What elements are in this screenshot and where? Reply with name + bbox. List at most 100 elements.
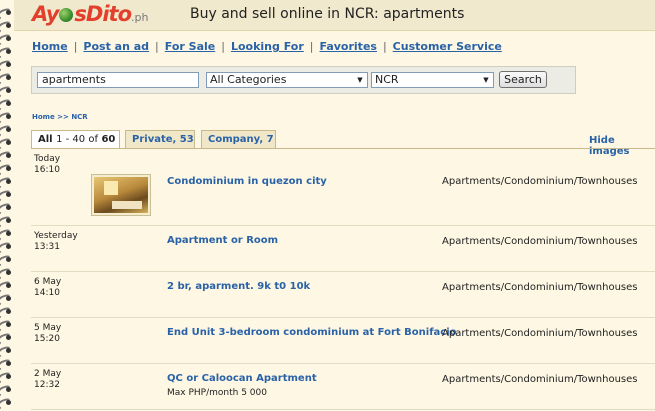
- table-row[interactable]: 5 May 15:20 End Unit 3-bedroom condominiu…: [31, 318, 655, 364]
- table-row[interactable]: 6 May 14:10 2 br, aparment. 9k t0 10k Apa…: [31, 272, 655, 318]
- spiral-ring: [0, 279, 15, 295]
- listing-time: 15:20: [34, 334, 60, 344]
- spiral-ring: [0, 344, 15, 360]
- listing-day: Yesterday: [34, 231, 78, 241]
- spiral-ring: [0, 71, 15, 87]
- nav-separator: |: [221, 40, 225, 53]
- globe-icon: [59, 8, 74, 22]
- listing-price: Max PHP/month 5 000: [167, 388, 267, 398]
- listing-time: 13:31: [34, 242, 60, 252]
- region-select-value: NCR: [375, 73, 399, 86]
- site-header: Ay sDito.ph Buy and sell online in NCR: a…: [14, 0, 655, 31]
- spiral-ring: [0, 383, 15, 399]
- table-row[interactable]: Today 16:10 Condominium in quezon city Ap…: [31, 149, 655, 226]
- nav-customer-service[interactable]: Customer Service: [393, 40, 502, 53]
- table-row[interactable]: Yesterday 13:31 Apartment or Room Apartme…: [31, 226, 655, 272]
- nav-home[interactable]: Home: [32, 40, 68, 53]
- search-button[interactable]: Search: [499, 71, 547, 88]
- tab-all-total: 60: [101, 134, 116, 145]
- tab-company[interactable]: Company, 7: [201, 130, 276, 148]
- logo-text-end: sDito: [74, 2, 132, 26]
- spiral-ring: [0, 136, 15, 152]
- listing-table: Today 16:10 Condominium in quezon city Ap…: [31, 149, 655, 410]
- tab-all-range: 1 - 40 of: [56, 134, 98, 145]
- spiral-ring: [0, 188, 15, 204]
- spiral-ring: [0, 253, 15, 269]
- listing-category: Apartments/Condominium/Townhouses: [442, 328, 638, 339]
- tab-all[interactable]: All 1 - 40 of 60: [31, 130, 120, 149]
- spiral-ring: [0, 45, 15, 61]
- listing-day: 5 May: [34, 323, 62, 333]
- top-nav: Home | Post an ad | For Sale | Looking For | Fav…: [32, 40, 502, 53]
- spiral-binding: [0, 0, 15, 411]
- chevron-down-icon: ▼: [353, 73, 367, 87]
- spiral-ring: [0, 240, 15, 256]
- tab-all-label: All: [38, 134, 53, 145]
- spiral-ring: [0, 318, 15, 334]
- listing-day: Today: [34, 154, 61, 164]
- listing-time: 16:10: [34, 165, 60, 175]
- listing-date: 6 May 14:10: [34, 277, 61, 299]
- breadcrumb[interactable]: Home >> NCR: [32, 113, 88, 121]
- nav-post-ad[interactable]: Post an ad: [83, 40, 149, 53]
- spiral-ring: [0, 266, 15, 282]
- listing-date: 2 May 12:32: [34, 369, 61, 391]
- site-logo[interactable]: Ay sDito.ph: [32, 2, 148, 26]
- spiral-ring: [0, 227, 15, 243]
- listing-thumbnail[interactable]: [91, 174, 151, 216]
- spiral-ring: [0, 331, 15, 347]
- spiral-ring: [0, 201, 15, 217]
- spiral-ring: [0, 357, 15, 373]
- spiral-ring: [0, 123, 15, 139]
- region-select[interactable]: NCR ▼: [371, 72, 494, 88]
- nav-separator: |: [382, 40, 387, 53]
- listing-title[interactable]: End Unit 3-bedroom condominium at Fort B…: [167, 327, 457, 338]
- table-row[interactable]: 2 May 12:32 QC or Caloocan Apartment Max …: [31, 364, 655, 410]
- spiral-ring: [0, 175, 15, 191]
- listing-category: Apartments/Condominium/Townhouses: [442, 236, 638, 247]
- listing-day: 2 May: [34, 369, 62, 379]
- nav-separator: |: [155, 40, 159, 53]
- spiral-ring: [0, 84, 15, 100]
- logo-suffix: .ph: [131, 11, 149, 24]
- photo-window: [104, 181, 118, 195]
- listing-title[interactable]: QC or Caloocan Apartment: [167, 373, 317, 384]
- listing-date: Today 16:10: [34, 154, 60, 176]
- listing-title[interactable]: 2 br, aparment. 9k t0 10k: [167, 281, 310, 292]
- spiral-ring: [0, 149, 15, 165]
- listing-title[interactable]: Condominium in quezon city: [167, 176, 327, 187]
- listing-category: Apartments/Condominium/Townhouses: [442, 374, 638, 385]
- category-select[interactable]: All Categories ▼: [206, 72, 368, 88]
- chevron-down-icon: ▼: [479, 73, 493, 87]
- listing-title[interactable]: Apartment or Room: [167, 235, 278, 246]
- spiral-ring: [0, 6, 15, 22]
- listing-date: Yesterday 13:31: [34, 231, 78, 253]
- listing-category: Apartments/Condominium/Townhouses: [442, 282, 638, 293]
- search-bar: apartments All Categories ▼ NCR ▼ Search: [31, 66, 576, 94]
- spiral-ring: [0, 305, 15, 321]
- listing-date: 5 May 15:20: [34, 323, 61, 345]
- spiral-ring: [0, 292, 15, 308]
- spiral-ring: [0, 214, 15, 230]
- nav-favorites[interactable]: Favorites: [319, 40, 376, 53]
- nav-separator: |: [309, 40, 314, 53]
- page-title: Buy and sell online in NCR: apartments: [190, 6, 465, 22]
- category-select-value: All Categories: [210, 73, 287, 86]
- spiral-ring: [0, 19, 15, 35]
- listing-time: 12:32: [34, 380, 60, 390]
- nav-for-sale[interactable]: For Sale: [165, 40, 215, 53]
- tab-private[interactable]: Private, 53: [125, 130, 195, 148]
- spiral-ring: [0, 32, 15, 48]
- spiral-ring: [0, 370, 15, 386]
- search-input[interactable]: apartments: [37, 72, 199, 88]
- nav-looking-for[interactable]: Looking For: [231, 40, 304, 53]
- spiral-ring: [0, 58, 15, 74]
- spiral-ring: [0, 162, 15, 178]
- listing-time: 14:10: [34, 288, 60, 298]
- listing-category: Apartments/Condominium/Townhouses: [442, 176, 638, 187]
- spiral-ring: [0, 110, 15, 126]
- nav-separator: |: [73, 40, 78, 53]
- room-photo: [94, 177, 148, 213]
- listing-day: 6 May: [34, 277, 62, 287]
- spiral-ring: [0, 396, 15, 411]
